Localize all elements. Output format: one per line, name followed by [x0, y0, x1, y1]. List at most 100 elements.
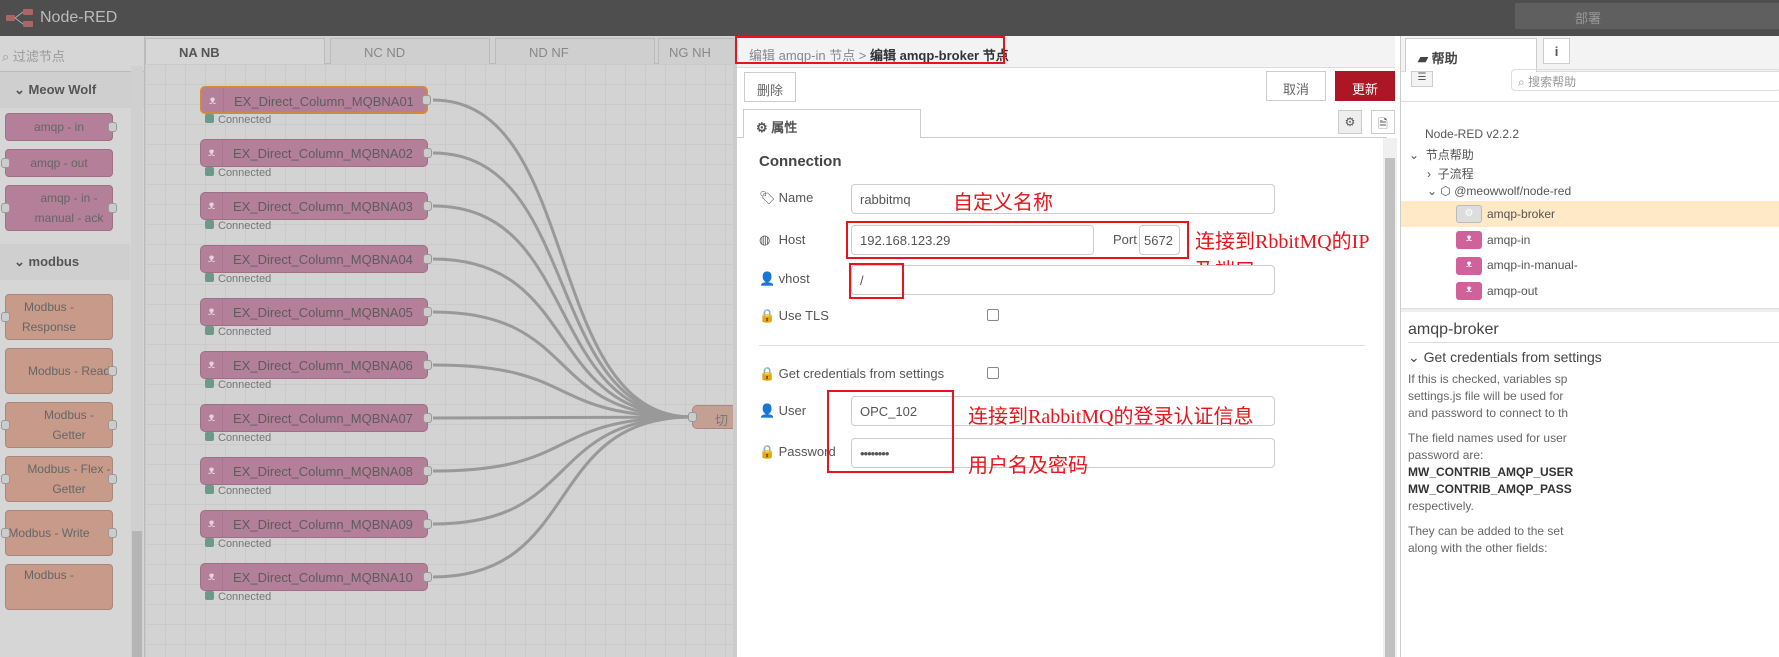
- wire[interactable]: [432, 151, 693, 419]
- tab-nc-nd[interactable]: NC ND: [330, 38, 490, 65]
- tree-item-amqp-broker[interactable]: amqp-broker: [1487, 207, 1555, 221]
- palette-node-modbus-more[interactable]: Modbus -: [5, 564, 113, 610]
- update-button[interactable]: 更新: [1335, 71, 1395, 101]
- lock-icon: 🔒: [759, 444, 776, 459]
- tree-item-amqp-in-manual[interactable]: amqp-in-manual-: [1487, 258, 1578, 272]
- status-text: Connected: [218, 432, 272, 444]
- help-title: amqp-broker: [1408, 321, 1779, 343]
- flow-node[interactable]: ᴥ EX_Direct_Column_MQBNA04: [200, 245, 432, 273]
- tab-ng-nh[interactable]: NG NH: [658, 38, 738, 65]
- cancel-button[interactable]: 取消: [1266, 71, 1327, 101]
- flow-node[interactable]: ᴥ EX_Direct_Column_MQBNA05: [200, 298, 432, 326]
- node-status: Connected: [205, 167, 271, 179]
- meowwolf-icon: ᴥ: [201, 140, 223, 166]
- node-label: Modbus - Read: [27, 364, 111, 378]
- help-section[interactable]: ⌄ Get credentials from settings: [1408, 349, 1779, 366]
- gear-icon: ⚙: [756, 120, 768, 135]
- flow-node[interactable]: ᴥ EX_Direct_Column_MQBNA07: [200, 404, 432, 432]
- node-label: EX_Direct_Column_MQBNA07: [233, 411, 413, 426]
- delete-button[interactable]: 删除: [744, 72, 797, 102]
- vhost-input[interactable]: /: [851, 265, 1275, 295]
- editor-scrollbar[interactable]: [1383, 138, 1397, 657]
- palette-node-amqp-in-manual-ack[interactable]: amqp - in - manual - ack: [1, 185, 117, 231]
- deploy-button[interactable]: 部署: [1515, 3, 1779, 29]
- credentials-from-settings-checkbox[interactable]: [987, 367, 999, 379]
- palette-filter-input[interactable]: ⌕ 过滤节点: [0, 36, 144, 72]
- node-label: EX_Direct_Column_MQBNA03: [233, 199, 413, 214]
- name-input[interactable]: rabbitmq: [851, 184, 1275, 214]
- flow-node[interactable]: ᴥ EX_Direct_Column_MQBNA08: [200, 457, 432, 485]
- tree-item-amqp-in[interactable]: amqp-in: [1487, 233, 1530, 247]
- palette-category-meow-wolf[interactable]: ⌄ Meow Wolf: [0, 72, 144, 108]
- toc-toggle-button[interactable]: ☰: [1411, 71, 1433, 87]
- tab-nd-nf[interactable]: ND NF: [495, 38, 655, 65]
- wire[interactable]: [432, 98, 693, 419]
- flow-canvas[interactable]: ᴥ EX_Direct_Column_MQBNA01 Connected ᴥ EX_Di…: [145, 64, 735, 657]
- sidebar-splitter[interactable]: [1401, 308, 1779, 312]
- flow-node[interactable]: ᴥ EX_Direct_Column_MQBNA03: [200, 192, 432, 220]
- tag-icon: 🏷: [759, 190, 776, 205]
- lock-icon: 🔒: [759, 366, 776, 381]
- node-label: amqp - out: [30, 156, 88, 170]
- search-placeholder: 搜索帮助: [1528, 75, 1577, 89]
- flow-node[interactable]: ᴥ EX_Direct_Column_MQBNA10: [200, 563, 432, 591]
- user-icon: 👤: [759, 403, 776, 418]
- canvas-node-target[interactable]: 切: [688, 405, 735, 429]
- tree-subflow[interactable]: › 子流程: [1427, 165, 1474, 182]
- flow-node[interactable]: ᴥ EX_Direct_Column_MQBNA01: [200, 86, 431, 114]
- tls-label: 🔒 Use TLS: [759, 308, 829, 324]
- flow-node[interactable]: ᴥ EX_Direct_Column_MQBNA06: [200, 351, 432, 379]
- tree-node-help[interactable]: ⌄ 节点帮助: [1409, 146, 1474, 163]
- node-status: Connected: [205, 485, 271, 497]
- meowwolf-icon: ᴥ: [201, 299, 223, 325]
- node-label: EX_Direct_Column_MQBNA09: [233, 517, 413, 532]
- settings-gear-button[interactable]: ⚙: [1338, 110, 1362, 134]
- help-search-input[interactable]: ⌕ 搜索帮助: [1511, 69, 1779, 91]
- document-icon: 🗎: [1378, 117, 1388, 131]
- meowwolf-icon: ᴥ: [1456, 231, 1482, 249]
- tab-na-nb[interactable]: NA NB: [145, 38, 325, 65]
- workspace-tabs: NA NB NC ND ND NF NG NH: [145, 36, 738, 65]
- user-icon: 👤: [759, 271, 776, 286]
- palette-node-amqp-out[interactable]: amqp - out: [1, 149, 113, 177]
- palette-node-modbus-read[interactable]: Modbus - Read: [5, 348, 117, 394]
- flow-node[interactable]: ᴥ EX_Direct_Column_MQBNA02: [200, 139, 432, 167]
- use-tls-checkbox[interactable]: [987, 309, 999, 321]
- tree-label: @meowwolf/node-red: [1454, 184, 1572, 198]
- node-red-logo-icon: [6, 9, 33, 27]
- flow-node[interactable]: ᴥ EX_Direct_Column_MQBNA09: [200, 510, 432, 538]
- node-label: EX_Direct_Column_MQBNA10: [233, 570, 413, 585]
- meowwolf-icon: ᴥ: [202, 88, 224, 112]
- book-icon: ▰: [1418, 51, 1428, 66]
- tab-help[interactable]: ▰ 帮助: [1405, 38, 1537, 72]
- wire[interactable]: [432, 310, 693, 419]
- wire[interactable]: [432, 415, 693, 579]
- status-dot: [205, 326, 214, 335]
- tab-label: 属性: [771, 120, 798, 135]
- description-button[interactable]: 🗎: [1371, 110, 1395, 134]
- tab-info[interactable]: i: [1543, 38, 1570, 64]
- section-title: Connection: [759, 153, 842, 170]
- annotation-name: 自定义名称: [953, 192, 1053, 214]
- status-dot: [205, 432, 214, 441]
- tree-item-amqp-out[interactable]: amqp-out: [1487, 284, 1538, 298]
- annotation-password: 用户名及密码: [968, 455, 1088, 477]
- node-status: Connected: [205, 432, 271, 444]
- node-status: Connected: [205, 538, 271, 550]
- tree-package[interactable]: ⌄ ⬡ @meowwolf/node-red: [1427, 184, 1571, 198]
- wire[interactable]: [432, 204, 693, 419]
- palette-scrollbar[interactable]: [131, 66, 143, 657]
- node-label: amqp - in - manual - ack: [34, 191, 104, 225]
- tree-version[interactable]: Node-RED v2.2.2: [1425, 127, 1519, 141]
- tab-properties[interactable]: ⚙ 属性: [743, 109, 921, 138]
- palette-node-modbus-flex-getter[interactable]: Modbus - Flex - Getter: [1, 456, 117, 502]
- wire[interactable]: [432, 415, 693, 473]
- palette-node-amqp-in[interactable]: amqp - in: [5, 113, 117, 141]
- palette-category-modbus[interactable]: ⌄ modbus: [0, 244, 130, 280]
- palette-node-modbus-response[interactable]: Modbus - Response: [1, 294, 113, 340]
- palette-node-modbus-getter[interactable]: Modbus - Getter: [1, 402, 117, 448]
- node-label: Modbus - Write: [8, 526, 90, 540]
- palette-node-modbus-write[interactable]: Modbus - Write: [1, 510, 117, 556]
- help-field: MW_CONTRIB_AMQP_PASS: [1408, 482, 1572, 496]
- tab-label: NA NB: [179, 45, 220, 60]
